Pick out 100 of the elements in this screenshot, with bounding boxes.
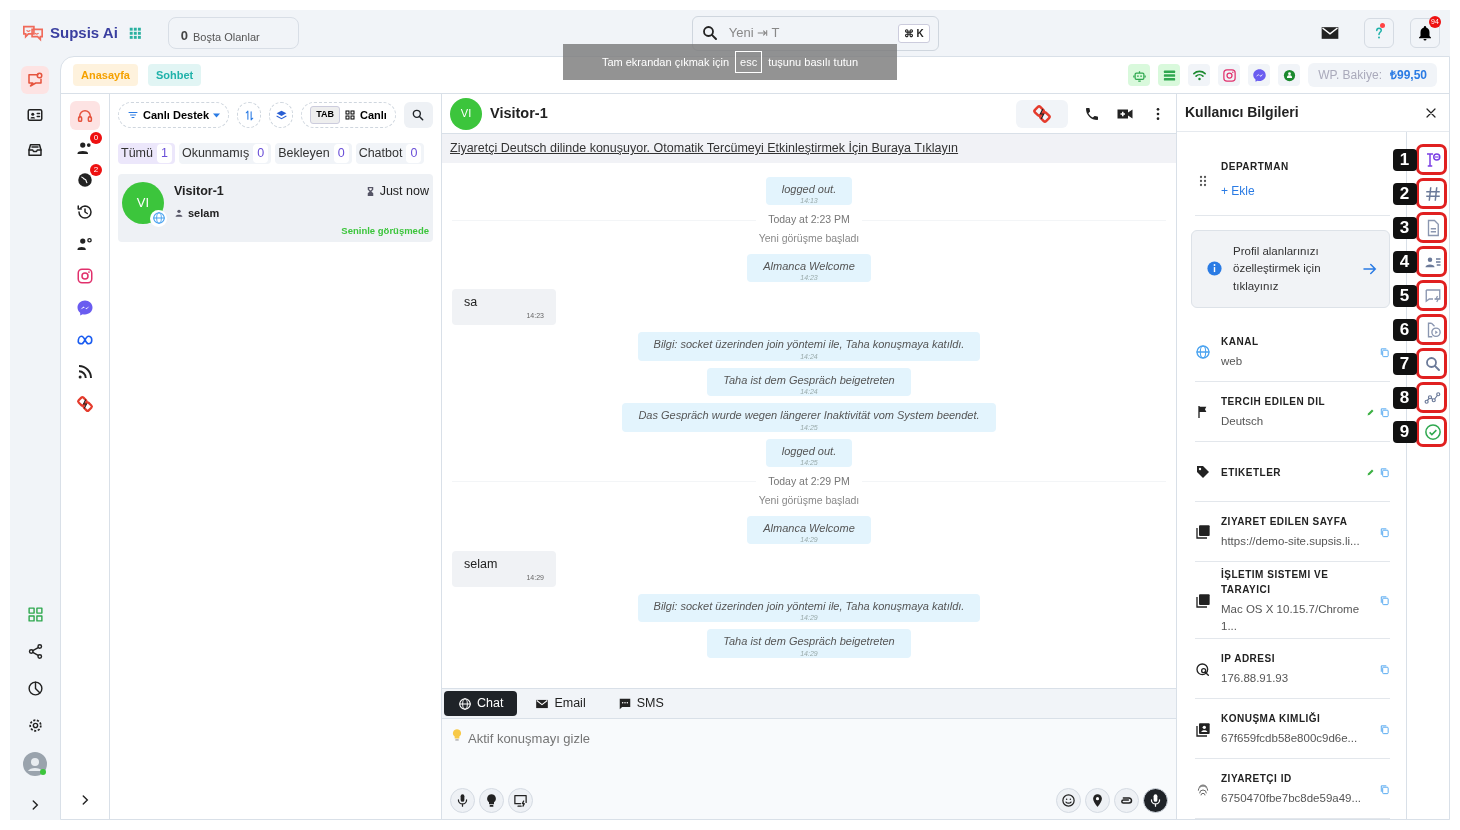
channel-tab[interactable]: Email xyxy=(521,691,600,716)
chat-bolt-icon[interactable] xyxy=(1423,286,1442,305)
filter-icon xyxy=(127,109,139,121)
conversation-name: Visitor-1 xyxy=(174,182,224,200)
channel-tab[interactable]: Chat xyxy=(444,691,518,716)
field-value: https://demo-site.supsis.li... xyxy=(1221,534,1361,550)
channel-rail-item[interactable]: 2 xyxy=(70,165,100,194)
toast-text: tuşunu basılı tutun xyxy=(768,54,859,70)
filter-tab[interactable]: Chatbot 0 xyxy=(355,143,425,164)
settings-icon[interactable] xyxy=(26,717,44,734)
idle-label: Boşta Olanlar xyxy=(193,29,260,45)
message-composer[interactable]: Aktif konuşmayı gizle xyxy=(442,719,1176,819)
channel-status-button[interactable] xyxy=(1188,64,1211,86)
screen-bolt-icon xyxy=(513,793,528,808)
channel-status-button[interactable] xyxy=(1248,64,1271,86)
check-circle-icon[interactable] xyxy=(1423,422,1442,441)
emoji-button[interactable] xyxy=(1056,788,1081,813)
message-input[interactable]: Aktif konuşmayı gizle xyxy=(468,727,1168,788)
rss-icon xyxy=(76,362,94,381)
idle-agents-card[interactable]: 0 Boşta Olanlar xyxy=(167,17,299,49)
phone-icon[interactable] xyxy=(1084,105,1100,122)
search-icon[interactable] xyxy=(1423,354,1442,373)
info-text: Profil alanlarınızı özelleştirmek için tıklayınız xyxy=(1233,244,1322,294)
sort-button[interactable] xyxy=(237,102,262,128)
inbox-tray-icon xyxy=(26,141,44,159)
info-icon xyxy=(1206,260,1223,278)
conversation-time: Just now xyxy=(364,181,429,201)
annotation-number: 8 xyxy=(1392,387,1417,409)
channel-rail-item[interactable]: 0 xyxy=(70,133,100,162)
map-pin-icon xyxy=(1090,793,1105,808)
filter-tab[interactable]: Bekleyen 0 xyxy=(275,143,352,164)
chat-dots-icon xyxy=(617,696,632,711)
tag-icon xyxy=(1195,464,1211,481)
annotation-number: 4 xyxy=(1392,251,1417,273)
annotation-number: 9 xyxy=(1392,421,1417,443)
user-avatar[interactable] xyxy=(23,752,47,776)
pie-chart-icon[interactable] xyxy=(26,680,44,697)
channel-status-button[interactable] xyxy=(1128,64,1151,86)
location-button[interactable] xyxy=(1085,788,1110,813)
filter-tab[interactable]: Tümü 1 xyxy=(118,143,175,164)
layers-icon xyxy=(274,108,288,122)
pencil-icon[interactable] xyxy=(1366,467,1375,477)
channel-tab[interactable]: SMS xyxy=(603,691,678,716)
field-value: 67f659fcdb58e800c9d6e... xyxy=(1221,731,1359,747)
id-badge-icon xyxy=(1195,721,1211,738)
chat-title: Visitor-1 xyxy=(490,103,548,123)
channel-status-button[interactable] xyxy=(1218,64,1241,86)
balance-value: ₺99,50 xyxy=(1389,67,1427,84)
department-filter[interactable]: Canlı Destek xyxy=(118,102,230,128)
idle-count: 0 xyxy=(180,26,189,45)
voice-button[interactable] xyxy=(450,788,475,813)
session-notice: Yeni görüşme başladı xyxy=(758,231,860,246)
pencil-icon[interactable] xyxy=(1366,407,1375,417)
visitor-avatar: VI xyxy=(122,181,164,224)
record-button[interactable] xyxy=(1143,788,1168,813)
smiley-icon xyxy=(1061,793,1076,808)
microphone-icon xyxy=(1148,793,1163,808)
field-value: Deutsch xyxy=(1221,414,1265,430)
integration-button[interactable] xyxy=(1016,99,1068,128)
apps-icon[interactable] xyxy=(127,26,142,40)
knot-icon xyxy=(1032,103,1052,124)
channel-status-button[interactable] xyxy=(1278,64,1301,86)
chat-person-icon xyxy=(1281,67,1297,83)
chat-bubble-icon xyxy=(26,71,44,89)
history-icon xyxy=(76,202,94,221)
annotation-number: 3 xyxy=(1392,217,1417,239)
last-message: selam xyxy=(188,205,220,221)
attach-button[interactable] xyxy=(1114,788,1139,813)
globe-search-icon xyxy=(1195,661,1211,678)
field-value: Mac OS X 10.15.7/Chrome 1... xyxy=(1221,601,1361,634)
hash-icon[interactable] xyxy=(1423,184,1442,203)
microphone-icon xyxy=(455,793,470,808)
channel-status-button[interactable] xyxy=(1158,64,1181,86)
layers-button[interactable] xyxy=(269,102,294,128)
search-button[interactable] xyxy=(403,102,433,128)
conversation-item[interactable]: VI Visitor-1 Just now selam Seninle görüşmede xyxy=(118,173,433,243)
dashboard-icon[interactable] xyxy=(26,606,44,623)
count-badge: 0 xyxy=(90,132,102,144)
panel-title: Kullanıcı Bilgileri xyxy=(1185,103,1299,122)
search-icon xyxy=(700,24,719,42)
quick-reply-button[interactable] xyxy=(508,788,533,813)
person-icon xyxy=(174,207,184,218)
caret-icon xyxy=(213,112,221,118)
filter-tab[interactable]: Okunmamış 0 xyxy=(178,143,272,164)
id-card-icon xyxy=(26,106,44,124)
share-icon[interactable] xyxy=(26,643,44,660)
shortcut-key: ⌘ K xyxy=(897,23,930,43)
mode-toggle[interactable]: TAB Canlı xyxy=(301,102,396,128)
esc-key: esc xyxy=(735,50,763,74)
messenger-icon xyxy=(76,298,94,317)
instagram-icon xyxy=(1221,67,1237,83)
knot-icon xyxy=(76,394,94,413)
search-icon xyxy=(411,108,426,122)
hint-button[interactable] xyxy=(479,788,504,813)
annotation-number: 1 xyxy=(1392,149,1417,171)
field-label: İŞLETIM SISTEMI VE TARAYICI xyxy=(1221,567,1330,597)
toast-text: Tam ekrandan çıkmak için xyxy=(601,54,730,70)
customize-profile-card[interactable]: Profil alanlarınızı özelleştirmek için tıklayınız xyxy=(1191,230,1390,308)
help-button[interactable] xyxy=(1364,18,1394,48)
add-link[interactable]: + Ekle xyxy=(1221,184,1255,198)
